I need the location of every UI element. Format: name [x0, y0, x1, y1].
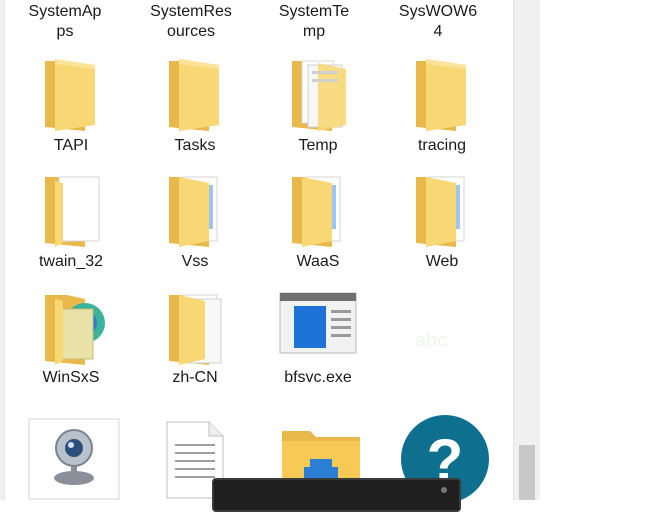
file-label: ps [56, 23, 74, 40]
file-label: tracing [417, 137, 467, 154]
folder-with-documents-icon [41, 289, 107, 372]
file-item-web[interactable]: Web [382, 252, 502, 272]
file-label: WaaS [296, 253, 340, 270]
file-item-temp[interactable]: Temp [258, 136, 378, 156]
file-label: zh-CN [172, 369, 218, 386]
file-item-waas[interactable]: WaaS [258, 252, 378, 272]
file-item-bfsvc[interactable]: bfsvc.exe [258, 368, 378, 388]
file-label: mp [302, 23, 326, 40]
scrollbar-thumb[interactable] [519, 445, 535, 500]
outside-area [540, 0, 667, 500]
file-label: Vss [181, 253, 209, 270]
folder-with-documents-icon [165, 289, 227, 372]
vertical-scrollbar[interactable] [513, 0, 540, 500]
file-item-zh-cn[interactable]: zh-CN [135, 368, 255, 388]
file-item-tasks[interactable]: Tasks [135, 136, 255, 156]
file-label: bfsvc.exe [284, 369, 352, 386]
file-label: TAPI [53, 137, 89, 154]
file-label: 4 [433, 23, 443, 40]
file-label: SystemRes [150, 3, 232, 20]
file-item-systemapps[interactable]: SystemAp ps [5, 2, 125, 42]
menu-dot-icon [441, 487, 447, 493]
file-label: SysWOW6 [398, 3, 478, 20]
file-item-tracing[interactable]: tracing [382, 136, 502, 156]
file-label: SystemAp [28, 3, 102, 20]
file-item-systemtemp[interactable]: SystemTe mp [254, 2, 374, 42]
file-item-systemresources[interactable]: SystemRes ources [131, 2, 251, 42]
file-item-winsxs[interactable]: WinSxS [11, 368, 131, 388]
file-label: Temp [298, 137, 338, 154]
folder-icon [412, 55, 470, 138]
file-label: twain_32 [38, 253, 104, 270]
file-label: SystemTe [278, 3, 350, 20]
file-label: WinSxS [42, 369, 100, 386]
file-item-syswow64[interactable]: SysWOW6 4 [378, 2, 498, 42]
folder-icon [41, 55, 99, 138]
file-label: Web [425, 253, 459, 270]
webcam-icon[interactable] [28, 418, 120, 500]
file-item-twain_32[interactable]: twain_32 [11, 252, 131, 272]
folder-with-documents-icon [412, 171, 474, 254]
file-list-pane: SystemAp ps SystemRes ources SystemTe mp… [5, 0, 513, 500]
file-item-tapi[interactable]: TAPI [11, 136, 131, 156]
folder-with-documents-icon [288, 171, 350, 254]
folder-icon [165, 55, 223, 138]
taskbar-preview[interactable] [212, 478, 461, 512]
folder-with-documents-icon [165, 171, 227, 254]
folder-with-documents-icon [288, 55, 350, 138]
file-label: Tasks [174, 137, 216, 154]
folder-with-documents-icon [41, 171, 103, 254]
faint-watermark: abc [415, 330, 448, 352]
file-item-vss[interactable]: Vss [135, 252, 255, 272]
file-label: ources [166, 23, 216, 40]
exe-window-icon [279, 292, 357, 359]
